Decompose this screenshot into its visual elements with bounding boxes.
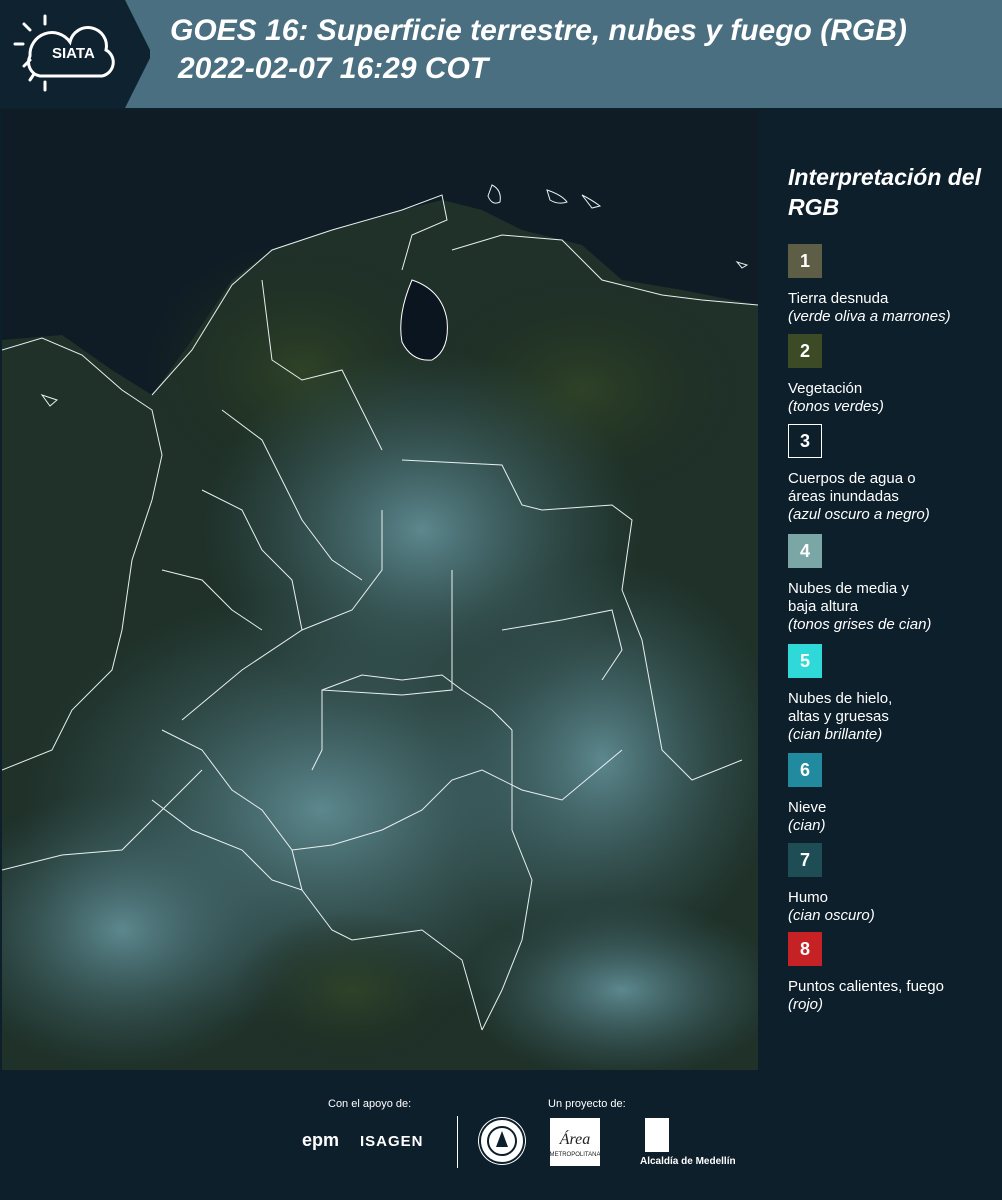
legend-swatch: 4 — [788, 534, 822, 568]
legend-item-1: 1 Tierra desnuda (verde oliva a marrones… — [788, 244, 998, 326]
legend-swatch: 6 — [788, 753, 822, 787]
legend-desc: (verde oliva a marrones) — [788, 308, 951, 325]
page-timestamp: 2022-02-07 16:29 COT — [178, 52, 489, 85]
legend-desc: (cian oscuro) — [788, 907, 875, 924]
legend-swatch: 2 — [788, 334, 822, 368]
legend-desc: (tonos grises de cian) — [788, 616, 932, 633]
project-label: Un proyecto de: — [548, 1098, 626, 1110]
header: SIATA GOES 16: Superficie terrestre, nub… — [0, 0, 1002, 108]
satellite-map — [2, 110, 758, 1070]
legend-item-4: 4 Nubes de media y baja altura (tonos gr… — [788, 534, 998, 634]
map-image — [2, 110, 758, 1070]
svg-text:Área: Área — [559, 1129, 591, 1148]
epm-logo: epm — [302, 1130, 340, 1150]
seal-icon — [479, 1118, 525, 1164]
legend-item-7: 7 Humo (cian oscuro) — [788, 843, 998, 925]
isagen-logo: ISAGEN — [360, 1133, 424, 1150]
legend-desc: (rojo) — [788, 996, 824, 1013]
logo-text: SIATA — [52, 45, 95, 62]
legend-swatch: 7 — [788, 843, 822, 877]
legend-label: Puntos calientes, fuego — [788, 978, 944, 995]
legend-item-8: 8 Puntos calientes, fuego (rojo) — [788, 932, 998, 1014]
legend-swatch: 5 — [788, 644, 822, 678]
legend-desc: (azul oscuro a negro) — [788, 506, 930, 523]
alcaldia-logo-text: Alcaldía de Medellín — [640, 1156, 736, 1167]
area-metropolitana-icon: Área METROPOLITANA — [550, 1118, 600, 1166]
legend-item-5: 5 Nubes de hielo, altas y gruesas (cian … — [788, 644, 998, 744]
legend-swatch: 8 — [788, 932, 822, 966]
page-title: GOES 16: Superficie terrestre, nubes y f… — [170, 14, 907, 47]
legend-label: Tierra desnuda — [788, 290, 889, 307]
support-label: Con el apoyo de: — [328, 1098, 412, 1110]
area-metropolitana-logo: Área METROPOLITANA — [550, 1118, 600, 1166]
siata-logo: SIATA — [0, 0, 150, 108]
legend-label: Nubes de hielo, altas y gruesas — [788, 690, 893, 725]
legend-swatch: 1 — [788, 244, 822, 278]
legend-panel: Interpretación del RGB 1 Tierra desnuda … — [760, 110, 1002, 1070]
alcaldia-shield-icon — [645, 1118, 669, 1152]
legend-desc: (tonos verdes) — [788, 398, 884, 415]
legend-label: Vegetación — [788, 380, 863, 397]
legend-desc: (cian brillante) — [788, 726, 883, 743]
footer: Con el apoyo de: Un proyecto de: epm ISA… — [0, 1070, 1002, 1200]
legend-swatch: 3 — [788, 424, 822, 458]
seal-logo — [478, 1117, 526, 1165]
legend-item-3: 3 Cuerpos de agua o áreas inundadas (azu… — [788, 424, 998, 524]
legend-label: Nieve — [788, 799, 827, 816]
svg-text:METROPOLITANA: METROPOLITANA — [550, 1152, 600, 1158]
legend-title: Interpretación del RGB — [788, 164, 981, 220]
legend-label: Nubes de media y baja altura — [788, 580, 909, 615]
legend-item-6: 6 Nieve (cian) — [788, 753, 998, 835]
legend-desc: (cian) — [788, 817, 826, 834]
legend-item-2: 2 Vegetación (tonos verdes) — [788, 334, 998, 416]
legend-label: Humo — [788, 889, 829, 906]
legend-label: Cuerpos de agua o áreas inundadas — [788, 470, 916, 505]
footer-divider — [457, 1116, 458, 1168]
